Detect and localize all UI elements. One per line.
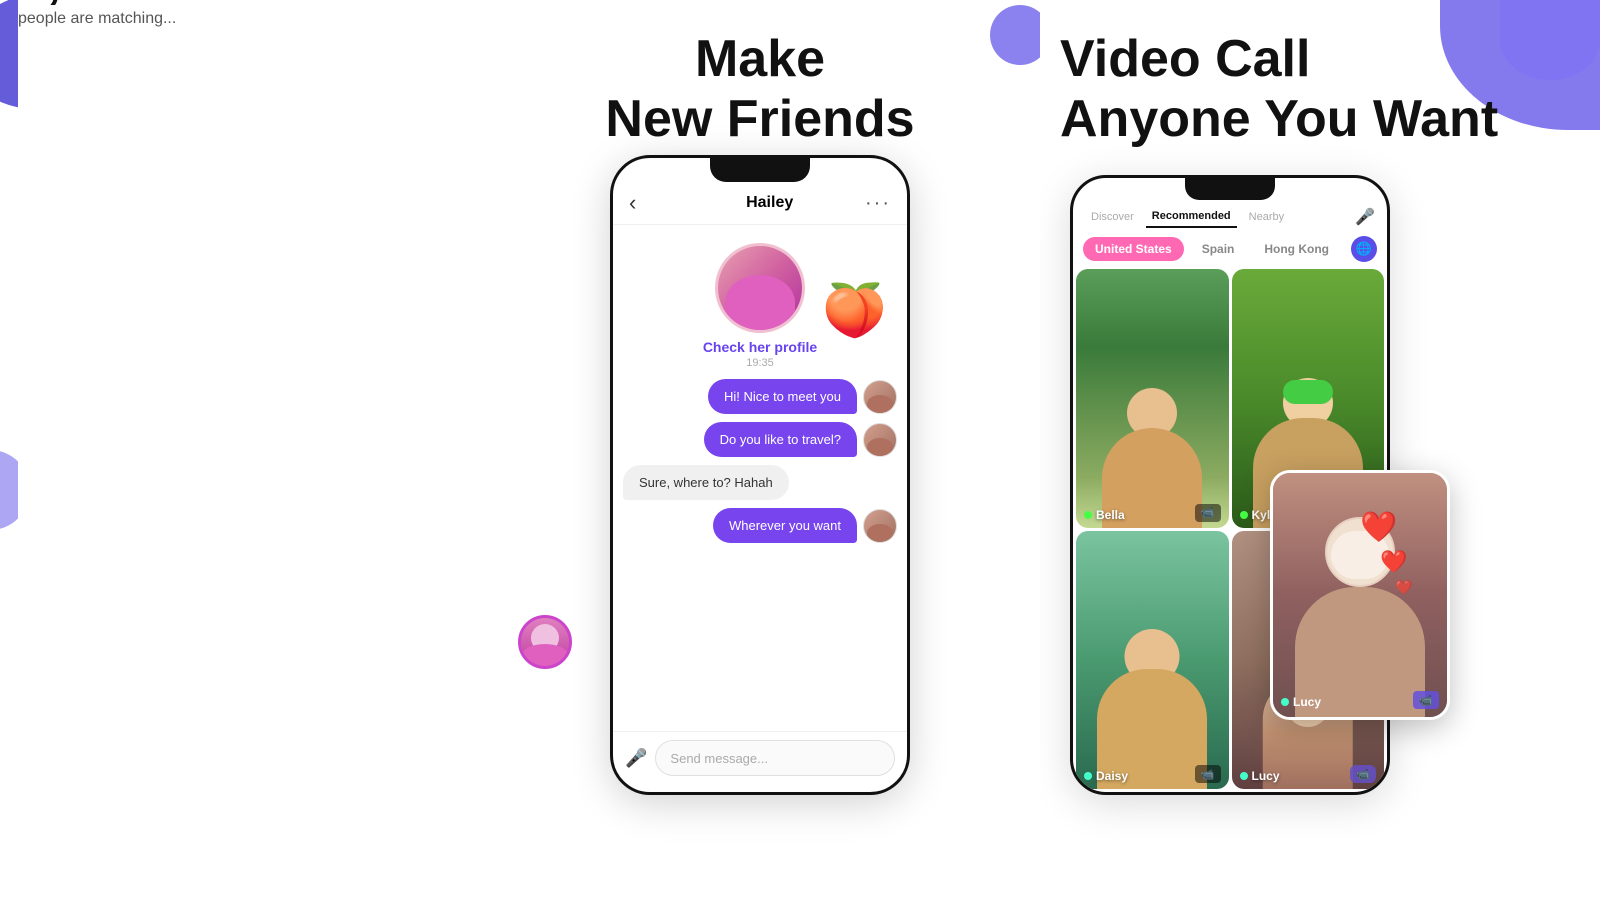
bella-label: Bella xyxy=(1084,508,1125,522)
sender-avatar-1 xyxy=(863,380,897,414)
daisy-bg xyxy=(1076,531,1229,790)
heart-medium: ❤️ xyxy=(1380,549,1412,575)
sender-avatar-4 xyxy=(863,509,897,543)
kylie-online-dot xyxy=(1240,511,1248,519)
daisy-label: Daisy xyxy=(1084,769,1128,783)
nav-mic-icon[interactable]: 🎤 xyxy=(1355,207,1375,227)
chat-contact-name: Hailey xyxy=(644,194,895,212)
video-cell-bella[interactable]: Bella 📹 xyxy=(1076,269,1229,528)
check-profile-link[interactable]: Check her profile xyxy=(703,339,817,355)
right-panel: Video Call Anyone You Want Discover Reco… xyxy=(1040,0,1600,915)
bella-online-dot xyxy=(1084,511,1092,519)
float-avatar xyxy=(518,615,572,669)
daisy-online-dot xyxy=(1084,772,1092,780)
bella-bg xyxy=(1076,269,1229,528)
nav-recommended[interactable]: Recommended xyxy=(1146,206,1237,228)
lucy-label: Lucy xyxy=(1240,769,1280,783)
matching-label: people are matching... xyxy=(18,10,480,28)
chat-header: ‹ Hailey ··· xyxy=(613,182,907,225)
location-filters: United States Spain Hong Kong 🌐 xyxy=(1073,232,1387,266)
sender-avatar-2 xyxy=(863,423,897,457)
phone-notch xyxy=(710,158,810,182)
chat-body: 🍑 Check her profile 19:35 Hi! Nice to me… xyxy=(613,225,907,792)
chat-phone-mockup: ‹ Hailey ··· 🍑 Check her profile 19:35 H… xyxy=(610,155,910,795)
lucia-cam-icon[interactable]: 📹 xyxy=(1413,691,1439,709)
back-icon[interactable]: ‹ xyxy=(629,190,636,216)
lucy-online-dot xyxy=(1240,772,1248,780)
chat-profile-avatar[interactable] xyxy=(715,243,805,333)
left-panel: Video Match And Find Friends 3,845 peopl… xyxy=(0,0,480,915)
message-row-4: Wherever you want xyxy=(623,508,897,543)
lucy-cam-icon[interactable]: 📹 xyxy=(1350,765,1376,783)
mic-icon[interactable]: 🎤 xyxy=(625,748,647,769)
chat-messages: Hi! Nice to meet you Do you like to trav… xyxy=(613,375,907,731)
lucia-label: Lucy xyxy=(1281,695,1321,709)
right-blob-tr2 xyxy=(1500,0,1600,80)
message-bubble-3: Sure, where to? Hahah xyxy=(623,465,789,500)
right-phone-notch xyxy=(1185,178,1275,200)
message-input[interactable]: Send message... xyxy=(655,740,895,776)
bella-cam-icon[interactable]: 📹 xyxy=(1195,504,1221,522)
peach-emoji: 🍑 xyxy=(822,280,887,341)
message-bubble-1: Hi! Nice to meet you xyxy=(708,379,857,414)
heart-large: ❤️ xyxy=(1360,510,1412,545)
nav-discover[interactable]: Discover xyxy=(1085,207,1140,227)
chat-input-area: 🎤 Send message... xyxy=(613,731,907,784)
filter-us[interactable]: United States xyxy=(1083,237,1184,261)
heart-small: ❤️ xyxy=(1395,579,1412,596)
chat-time: 19:35 xyxy=(746,357,774,369)
center-heading: Make New Friends xyxy=(605,30,914,150)
stats-section: 3,845 people are matching... xyxy=(18,0,480,865)
hearts-decoration: ❤️ ❤️ ❤️ xyxy=(1360,510,1412,596)
center-panel: Make New Friends ‹ Hailey ··· 🍑 Check he… xyxy=(480,0,1040,915)
discover-nav: Discover Recommended Nearby 🎤 xyxy=(1073,200,1387,232)
matching-count: 3,845 xyxy=(18,0,480,10)
message-row-2: Do you like to travel? xyxy=(623,422,897,457)
globe-icon[interactable]: 🌐 xyxy=(1351,236,1377,262)
nav-nearby[interactable]: Nearby xyxy=(1243,207,1290,227)
message-bubble-4: Wherever you want xyxy=(713,508,857,543)
message-row-1: Hi! Nice to meet you xyxy=(623,379,897,414)
lucia-online-dot xyxy=(1281,698,1289,706)
message-row-3: Sure, where to? Hahah xyxy=(623,465,897,500)
daisy-cam-icon[interactable]: 📹 xyxy=(1195,765,1221,783)
filter-hk[interactable]: Hong Kong xyxy=(1252,237,1341,261)
more-options-icon[interactable]: ··· xyxy=(865,192,891,215)
filter-spain[interactable]: Spain xyxy=(1190,237,1247,261)
video-cell-daisy[interactable]: Daisy 📹 xyxy=(1076,531,1229,790)
right-heading: Video Call Anyone You Want xyxy=(1060,30,1498,150)
message-bubble-2: Do you like to travel? xyxy=(704,422,857,457)
